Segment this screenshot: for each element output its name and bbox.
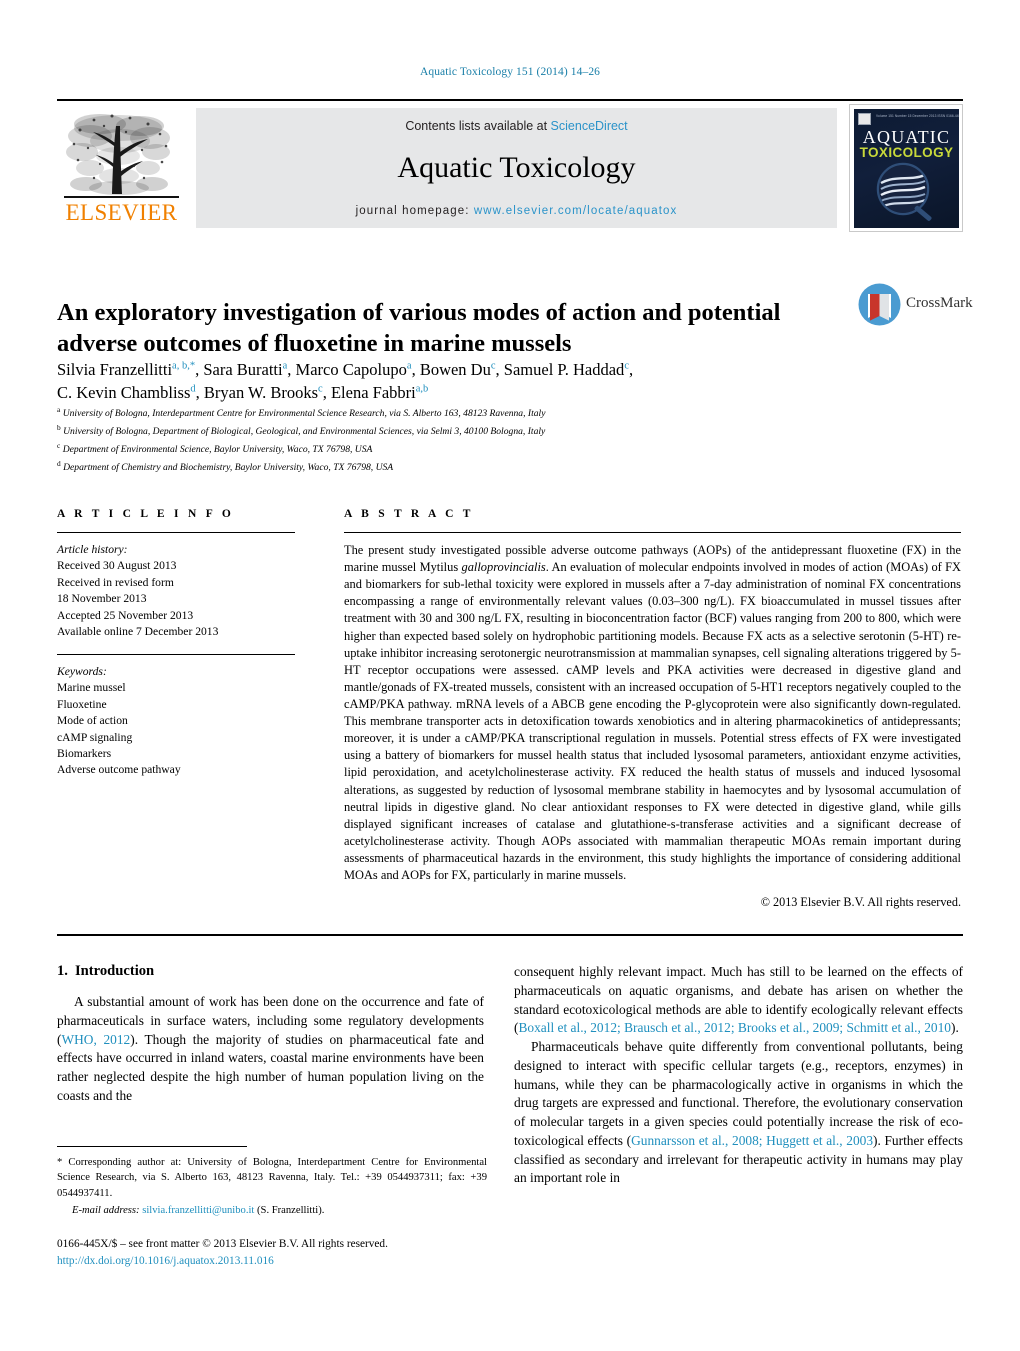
section-title: Introduction — [74, 963, 155, 979]
author-item: Elena Fabbria,b — [330, 383, 429, 403]
journal-cover-thumbnail[interactable]: Volume 151 Number 15 December 2013 ISSN … — [849, 104, 963, 232]
homepage-url-link[interactable]: www.elsevier.com/locate/aquatox — [474, 205, 678, 217]
affiliation-item: b University of Bologna, Department of B… — [57, 423, 546, 438]
keyword-item: Adverse outcome pathway — [57, 763, 181, 777]
email-label: E-mail address: — [72, 1205, 140, 1217]
copyright-line: © 2013 Elsevier B.V. All rights reserved… — [760, 895, 961, 910]
homepage-label: journal homepage: — [355, 205, 470, 217]
author-item: Bryan W. Brooksc — [203, 383, 323, 403]
running-head: Aquatic Toxicology 151 (2014) 14–26 — [419, 66, 601, 78]
cover-elsevier-mark-icon — [858, 113, 871, 125]
section-divider-rule — [57, 934, 963, 936]
contents-prefix: Contents lists available at — [405, 119, 551, 133]
affiliation-item: d Department of Chemistry and Biochemist… — [57, 459, 394, 474]
author-item: Sara Burattia — [203, 360, 288, 379]
abstract-rule — [344, 532, 961, 533]
elsevier-wordmark: ELSEVIER — [65, 200, 178, 225]
page-title: An exploratory investigation of various … — [57, 299, 781, 358]
keyword-item: Fluoxetine — [57, 697, 107, 711]
footnote-block: * Corresponding author at: University of… — [57, 1155, 487, 1219]
history-item: Received 30 August 2013 — [57, 559, 177, 573]
affiliation-list: a University of Bologna, Interdepartment… — [57, 404, 857, 476]
logo-baseline — [64, 196, 179, 198]
history-item: Received in revised form — [57, 575, 174, 589]
cover-top-bar: Volume 151 Number 15 December 2013 ISSN … — [854, 111, 959, 125]
article-history-block: Article history: Received 30 August 2013… — [57, 542, 295, 641]
issn-copyright-line: 0166-445X/$ – see front matter © 2013 El… — [57, 1238, 388, 1250]
email-link[interactable]: silvia.franzellitti@unibo.it — [142, 1205, 254, 1216]
corresponding-author-text: Corresponding author at: University of B… — [57, 1157, 487, 1199]
elsevier-tree-icon — [66, 114, 170, 195]
affiliation-item: c Department of Environmental Science, B… — [57, 441, 373, 456]
crossmark-badge[interactable]: CrossMark — [858, 283, 973, 339]
email-line: E-mail address: silvia.franzellitti@unib… — [57, 1203, 487, 1218]
crossmark-label: CrossMark — [906, 295, 973, 311]
species-name: galloprovincialis — [461, 560, 546, 575]
intro-paragraph-1: A substantial amount of work has been do… — [57, 993, 484, 1106]
author-item: Samuel P. Haddadc — [503, 360, 629, 379]
masthead-top-rule — [57, 99, 963, 101]
affiliation-text: Department of Environmental Science, Bay… — [62, 444, 373, 456]
citation-link[interactable]: Gunnarsson et al., 2008; Huggett et al.,… — [631, 1133, 873, 1148]
abstract-section: A B S T R A C T The present study invest… — [344, 508, 961, 910]
history-item: Available online 7 December 2013 — [57, 625, 219, 639]
abstract-part2: . An evaluation of molecular endpoints i… — [344, 560, 962, 883]
author-item: Silvia Franzellittia, b,* — [57, 360, 196, 379]
keyword-item: Mode of action — [57, 714, 128, 728]
abstract-heading: A B S T R A C T — [344, 508, 474, 520]
affiliation-text: University of Bologna, Interdepartment C… — [62, 408, 546, 420]
journal-homepage-line: journal homepage: www.elsevier.com/locat… — [196, 205, 837, 217]
body-column-left: 1. Introduction A substantial amount of w… — [57, 963, 484, 1106]
keywords-rule — [57, 653, 295, 655]
keyword-item: Marine mussel — [57, 681, 126, 695]
email-owner: (S. Franzellitti). — [257, 1205, 325, 1217]
keywords-label: Keywords: — [57, 664, 107, 678]
issn-footer-block: 0166-445X/$ – see front matter © 2013 El… — [57, 1236, 507, 1270]
affiliation-item: a University of Bologna, Interdepartment… — [57, 405, 546, 420]
keyword-item: cAMP signaling — [57, 730, 133, 744]
elsevier-logo: ELSEVIER — [60, 108, 183, 228]
citation-link[interactable]: WHO, 2012 — [61, 1032, 130, 1047]
author-item: C. Kevin Chamblissd — [57, 383, 196, 403]
intro-paragraph-1-cont: consequent highly relevant impact. Much … — [514, 963, 963, 1038]
article-history-label: Article history: — [57, 543, 128, 556]
affiliation-text: University of Bologna, Department of Bio… — [63, 426, 546, 438]
intro-p2-text-a: Pharmaceuticals behave quite differently… — [514, 1039, 963, 1148]
section-heading-introduction: 1. Introduction — [57, 963, 484, 980]
article-info-section: A R T I C L E I N F O Article history: R… — [57, 508, 295, 779]
citation-link[interactable]: Boxall et al., 2012; Brausch et al., 201… — [518, 1020, 951, 1035]
author-item: Bowen Duc — [419, 360, 496, 379]
keywords-block: Keywords: Marine mussel Fluoxetine Mode … — [57, 664, 295, 779]
article-info-rule — [57, 532, 295, 533]
footnote-rule — [57, 1146, 247, 1147]
sciencedirect-link[interactable]: ScienceDirect — [551, 119, 628, 133]
corresponding-author-marker: * — [57, 1157, 63, 1168]
article-info-heading: A R T I C L E I N F O — [57, 508, 235, 520]
cover-title-line2: TOXICOLOGY — [859, 145, 954, 160]
cover-title-line1: AQUATIC — [862, 127, 951, 147]
doi-link[interactable]: http://dx.doi.org/10.1016/j.aquatox.2013… — [57, 1253, 507, 1270]
cover-volume-text: Volume 151 Number 15 December 2013 ISSN … — [876, 114, 959, 118]
intro-p1c-text-b: ). — [951, 1020, 959, 1036]
body-column-right: consequent highly relevant impact. Much … — [514, 963, 963, 1188]
keyword-item: Biomarkers — [57, 746, 112, 760]
cover-magnifier-icon — [876, 162, 932, 221]
journal-article-page: Aquatic Toxicology 151 (2014) 14–26 ELSE… — [0, 0, 1020, 1351]
crossmark-icon — [858, 283, 901, 326]
history-item: 18 November 2013 — [57, 592, 147, 606]
abstract-body: The present study investigated possible … — [344, 542, 961, 884]
journal-title: Aquatic Toxicology — [397, 151, 636, 184]
intro-paragraph-2: Pharmaceuticals behave quite differently… — [514, 1038, 963, 1188]
journal-masthead-band: Contents lists available at ScienceDirec… — [196, 108, 837, 228]
section-number: 1. — [57, 963, 68, 979]
contents-available-line: Contents lists available at ScienceDirec… — [196, 119, 837, 133]
history-item: Accepted 25 November 2013 — [57, 608, 194, 622]
author-list: Silvia Franzellittia, b,*, Sara Burattia… — [57, 360, 634, 403]
author-item: Marco Capolupoa — [295, 360, 412, 379]
affiliation-text: Department of Chemistry and Biochemistry… — [63, 462, 394, 474]
cover-art: Volume 151 Number 15 December 2013 ISSN … — [854, 109, 959, 228]
